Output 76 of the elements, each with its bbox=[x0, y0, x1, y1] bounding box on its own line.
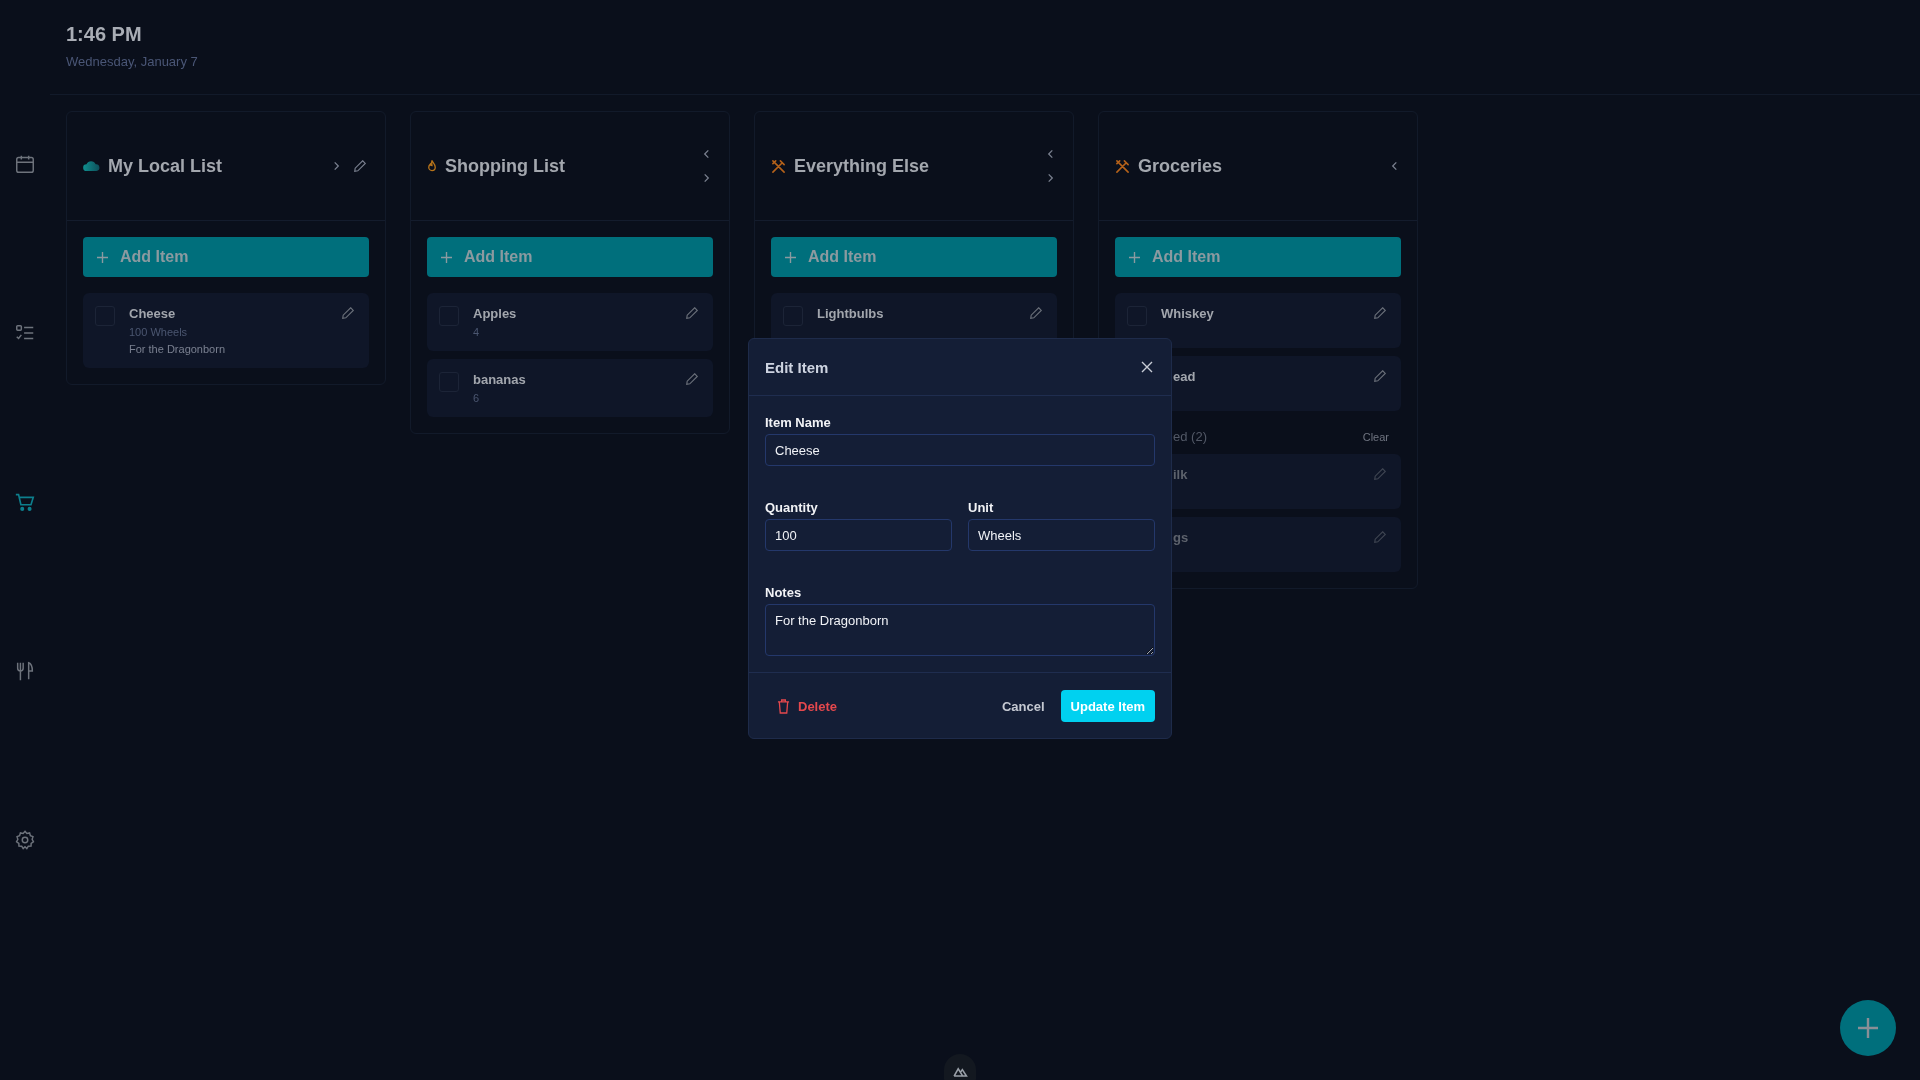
chevron-right-icon bbox=[1046, 173, 1055, 183]
cancel-button[interactable]: Cancel bbox=[1001, 698, 1045, 714]
item-name: ilk bbox=[1173, 467, 1189, 482]
utensils-icon bbox=[14, 660, 36, 682]
item-name: Cheese bbox=[129, 306, 177, 321]
edit-item-button[interactable] bbox=[1373, 306, 1387, 320]
edit-item-button[interactable] bbox=[1373, 369, 1387, 383]
list-item-card[interactable]: Whiskey bbox=[1115, 293, 1401, 348]
shopping-cart-icon bbox=[14, 491, 36, 513]
chevron-right-icon bbox=[332, 161, 341, 171]
plus-icon bbox=[1856, 1016, 1880, 1040]
add-fab-button[interactable] bbox=[1840, 1000, 1896, 1056]
calendar-icon bbox=[14, 153, 36, 175]
sidebar-nav-button[interactable] bbox=[13, 828, 37, 852]
edit-item-button[interactable] bbox=[685, 372, 699, 386]
list-title: My Local List bbox=[108, 155, 224, 177]
clear-button[interactable]: Clear bbox=[1362, 430, 1389, 443]
item-name: Whiskey bbox=[1161, 306, 1215, 321]
list-title: Everything Else bbox=[794, 155, 931, 177]
clock-time: 1:46 PM bbox=[66, 23, 143, 46]
current-date: Wednesday, January 7 bbox=[66, 54, 199, 69]
plus-icon bbox=[1129, 251, 1140, 263]
pencil-icon bbox=[1373, 530, 1387, 544]
crossed-utensils-icon bbox=[771, 158, 786, 174]
edit-list-button[interactable] bbox=[351, 157, 369, 175]
edit-item-button[interactable] bbox=[1029, 306, 1043, 320]
item-name: ead bbox=[1173, 369, 1197, 384]
chevron-left-icon bbox=[1390, 161, 1399, 171]
pencil-icon bbox=[341, 306, 355, 320]
field-label: Notes bbox=[765, 585, 803, 600]
list-item-card[interactable]: bananas 6 bbox=[427, 359, 713, 417]
chevron-right-icon bbox=[702, 173, 711, 183]
field-label: Unit bbox=[968, 500, 995, 515]
pencil-icon bbox=[1029, 306, 1043, 320]
cloud-icon bbox=[83, 161, 100, 171]
plus-icon bbox=[97, 251, 108, 263]
item-detail: 4 bbox=[473, 326, 481, 338]
list-item-card[interactable]: Cheese 100 Wheels For the Dragonborn bbox=[83, 293, 369, 368]
flame-icon bbox=[427, 159, 437, 173]
pencil-icon bbox=[1373, 306, 1387, 320]
pencil-icon bbox=[685, 306, 699, 320]
list-item-card[interactable]: Apples 4 bbox=[427, 293, 713, 351]
chevron-left-icon bbox=[1046, 149, 1055, 159]
trash-icon bbox=[777, 698, 790, 714]
edit-item-button[interactable] bbox=[341, 306, 355, 320]
delete-button[interactable]: Delete bbox=[765, 698, 850, 714]
edit-item-button[interactable] bbox=[685, 306, 699, 320]
chevron-left-icon bbox=[702, 149, 711, 159]
pencil-icon bbox=[1373, 467, 1387, 481]
text-input-field[interactable]: Wheels bbox=[968, 519, 1155, 551]
text-input-field[interactable]: Cheese bbox=[765, 434, 1155, 466]
mountain-icon bbox=[952, 1066, 968, 1077]
plus-icon bbox=[785, 251, 796, 263]
pencil-icon bbox=[1373, 369, 1387, 383]
list-title: Shopping List bbox=[445, 155, 566, 177]
item-detail: For the Dragonborn bbox=[129, 343, 226, 355]
item-name: Apples bbox=[473, 306, 518, 321]
close-button[interactable] bbox=[1139, 359, 1155, 375]
plus-icon bbox=[441, 251, 452, 263]
checked-section-label: ed (2) bbox=[1173, 429, 1207, 444]
item-name: bananas bbox=[473, 372, 527, 387]
text-input-field[interactable]: 100 bbox=[765, 519, 952, 551]
dialog-title: Edit Item bbox=[765, 358, 829, 376]
pencil-icon bbox=[353, 159, 367, 173]
item-detail: 100 Wheels bbox=[129, 326, 189, 338]
item-name: Lightbulbs bbox=[817, 306, 885, 321]
crossed-utensils-icon bbox=[1115, 158, 1130, 174]
list-title: Groceries bbox=[1138, 155, 1224, 177]
field-label: Item Name bbox=[765, 415, 832, 430]
item-detail: 6 bbox=[473, 392, 481, 404]
notes-textarea[interactable]: For the Dragonborn bbox=[765, 604, 1155, 656]
pencil-icon bbox=[685, 372, 699, 386]
field-label: Quantity bbox=[765, 500, 819, 515]
settings-icon bbox=[14, 829, 36, 851]
item-name: gs bbox=[1173, 530, 1190, 545]
close-icon bbox=[1141, 361, 1153, 373]
